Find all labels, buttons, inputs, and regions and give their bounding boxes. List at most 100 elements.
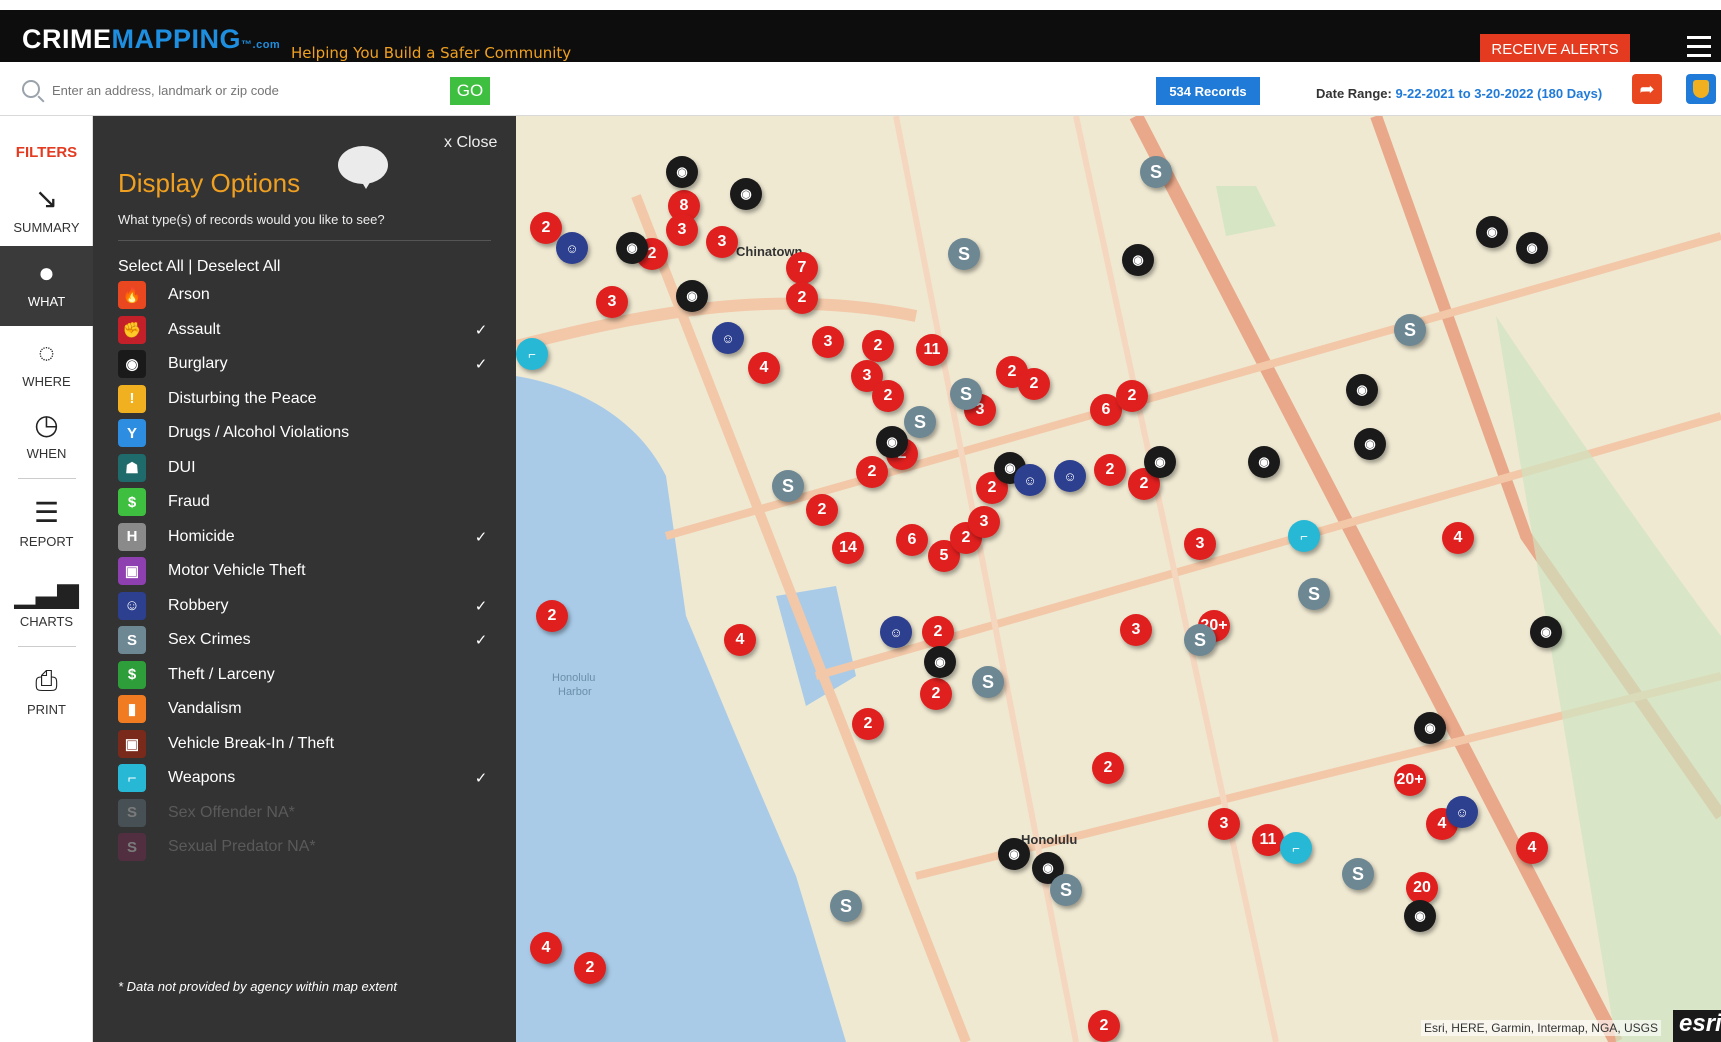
cluster-marker[interactable]: 2	[1116, 380, 1148, 412]
crime-type-row[interactable]: 🔥 Arson	[118, 278, 491, 312]
cluster-marker[interactable]: 2	[852, 708, 884, 740]
sex-crime-marker-icon[interactable]: S	[904, 406, 936, 438]
cluster-marker[interactable]: 2	[862, 330, 894, 362]
burglary-marker-icon[interactable]: ◉	[1122, 244, 1154, 276]
burglary-marker-icon[interactable]: ◉	[1346, 374, 1378, 406]
burglary-marker-icon[interactable]: ◉	[1404, 900, 1436, 932]
cluster-marker[interactable]: 2	[574, 952, 606, 984]
nav-where[interactable]: ◌ WHERE	[0, 326, 93, 400]
cluster-marker[interactable]: 11	[916, 334, 948, 366]
nav-when[interactable]: ◷ WHEN	[0, 398, 93, 472]
nav-summary[interactable]: ↘ SUMMARY	[0, 172, 93, 246]
burglary-marker-icon[interactable]: ◉	[1476, 216, 1508, 248]
cluster-marker[interactable]: 3	[1184, 528, 1216, 560]
robbery-marker-icon[interactable]: ☺	[1446, 796, 1478, 828]
nav-print[interactable]: ⎙ PRINT	[0, 654, 93, 728]
cluster-marker[interactable]: 4	[530, 932, 562, 964]
burglary-marker-icon[interactable]: ◉	[1516, 232, 1548, 264]
burglary-marker-icon[interactable]: ◉	[1530, 616, 1562, 648]
sex-crime-marker-icon[interactable]: S	[1184, 624, 1216, 656]
share-arrow-icon[interactable]: ➦	[1632, 74, 1662, 104]
sex-crime-marker-icon[interactable]: S	[1342, 858, 1374, 890]
burglary-marker-icon[interactable]: ◉	[876, 426, 908, 458]
crime-type-row[interactable]: $ Theft / Larceny	[118, 658, 491, 692]
close-panel-button[interactable]: x Close	[444, 134, 497, 152]
date-range-value[interactable]: 9-22-2021 to 3-20-2022 (180 Days)	[1395, 86, 1602, 101]
cluster-marker[interactable]: 3	[968, 506, 1000, 538]
cluster-marker[interactable]: 2	[856, 456, 888, 488]
burglary-marker-icon[interactable]: ◉	[1144, 446, 1176, 478]
burglary-marker-icon[interactable]: ◉	[730, 178, 762, 210]
receive-alerts-button[interactable]: RECEIVE ALERTS	[1480, 34, 1630, 64]
cluster-marker[interactable]: 2	[922, 616, 954, 648]
sex-crime-marker-icon[interactable]: S	[948, 238, 980, 270]
go-button[interactable]: GO	[450, 77, 490, 105]
checkmark-icon[interactable]: ✓	[471, 355, 491, 373]
cluster-marker[interactable]: 3	[706, 226, 738, 258]
nav-report[interactable]: ☰ REPORT	[0, 486, 93, 560]
sex-crime-marker-icon[interactable]: S	[1298, 578, 1330, 610]
cluster-marker[interactable]: 4	[748, 352, 780, 384]
cluster-marker[interactable]: 2	[1092, 752, 1124, 784]
checkmark-icon[interactable]: ✓	[471, 769, 491, 787]
cluster-marker[interactable]: 3	[596, 286, 628, 318]
cluster-marker[interactable]: 2	[786, 282, 818, 314]
checkmark-icon[interactable]: ✓	[471, 597, 491, 615]
sex-crime-marker-icon[interactable]: S	[830, 890, 862, 922]
cluster-marker[interactable]: 2	[1094, 454, 1126, 486]
crimemapping-logo[interactable]: CRIMEMAPPING™.com	[22, 24, 280, 55]
hamburger-menu-icon[interactable]	[1687, 36, 1711, 58]
cluster-marker[interactable]: 4	[1442, 522, 1474, 554]
crime-type-row[interactable]: ⌐ Weapons ✓	[118, 761, 491, 795]
sex-crime-marker-icon[interactable]: S	[1140, 156, 1172, 188]
robbery-marker-icon[interactable]: ☺	[1054, 460, 1086, 492]
crime-type-row[interactable]: ☺ Robbery ✓	[118, 589, 491, 623]
cluster-marker[interactable]: 2	[806, 494, 838, 526]
crime-type-row[interactable]: H Homicide ✓	[118, 520, 491, 554]
burglary-marker-icon[interactable]: ◉	[1414, 712, 1446, 744]
cluster-marker[interactable]: 20+	[1394, 764, 1426, 796]
cluster-marker[interactable]: 7	[786, 252, 818, 284]
checkmark-icon[interactable]: ✓	[471, 631, 491, 649]
records-count-button[interactable]: 534 Records	[1156, 77, 1260, 105]
crime-type-row[interactable]: ☗ DUI	[118, 451, 491, 485]
cluster-marker[interactable]: 4	[1516, 832, 1548, 864]
nav-charts[interactable]: ▁▃▆ CHARTS	[0, 566, 93, 640]
cluster-marker[interactable]: 2	[1018, 368, 1050, 400]
cluster-marker[interactable]: 2	[1088, 1010, 1120, 1042]
burglary-marker-icon[interactable]: ◉	[1248, 446, 1280, 478]
crime-type-row[interactable]: S Sex Crimes ✓	[118, 623, 491, 657]
sex-crime-marker-icon[interactable]: S	[972, 666, 1004, 698]
sex-crime-marker-icon[interactable]: S	[1050, 874, 1082, 906]
cluster-marker[interactable]: 14	[832, 532, 864, 564]
cluster-marker[interactable]: 2	[920, 678, 952, 710]
weapons-marker-icon[interactable]: ⌐	[1280, 832, 1312, 864]
robbery-marker-icon[interactable]: ☺	[1014, 464, 1046, 496]
sex-crime-marker-icon[interactable]: S	[950, 378, 982, 410]
robbery-marker-icon[interactable]: ☺	[556, 232, 588, 264]
crime-type-row[interactable]: S Sexual Predator NA*	[118, 830, 491, 864]
crime-type-row[interactable]: ◉ Burglary ✓	[118, 347, 491, 381]
crime-type-row[interactable]: ✊ Assault ✓	[118, 313, 491, 347]
crime-type-row[interactable]: ▣ Motor Vehicle Theft	[118, 554, 491, 588]
cluster-marker[interactable]: 2	[536, 600, 568, 632]
address-search-input[interactable]	[50, 78, 435, 102]
cluster-marker[interactable]: 4	[724, 624, 756, 656]
sex-crime-marker-icon[interactable]: S	[772, 470, 804, 502]
checkmark-icon[interactable]: ✓	[471, 321, 491, 339]
crime-map[interactable]: Chinatown Honolulu Honolulu Harbor 28332…	[516, 116, 1721, 1042]
burglary-marker-icon[interactable]: ◉	[998, 838, 1030, 870]
select-all-link[interactable]: Select All	[118, 258, 184, 275]
weapons-marker-icon[interactable]: ⌐	[516, 338, 548, 370]
cluster-marker[interactable]: 3	[1208, 808, 1240, 840]
weapons-marker-icon[interactable]: ⌐	[1288, 520, 1320, 552]
burglary-marker-icon[interactable]: ◉	[666, 156, 698, 188]
cluster-marker[interactable]: 3	[812, 326, 844, 358]
crime-type-row[interactable]: S Sex Offender NA*	[118, 796, 491, 830]
burglary-marker-icon[interactable]: ◉	[616, 232, 648, 264]
sex-crime-marker-icon[interactable]: S	[1394, 314, 1426, 346]
burglary-marker-icon[interactable]: ◉	[1354, 428, 1386, 460]
burglary-marker-icon[interactable]: ◉	[924, 646, 956, 678]
cluster-marker[interactable]: 3	[666, 214, 698, 246]
robbery-marker-icon[interactable]: ☺	[712, 322, 744, 354]
